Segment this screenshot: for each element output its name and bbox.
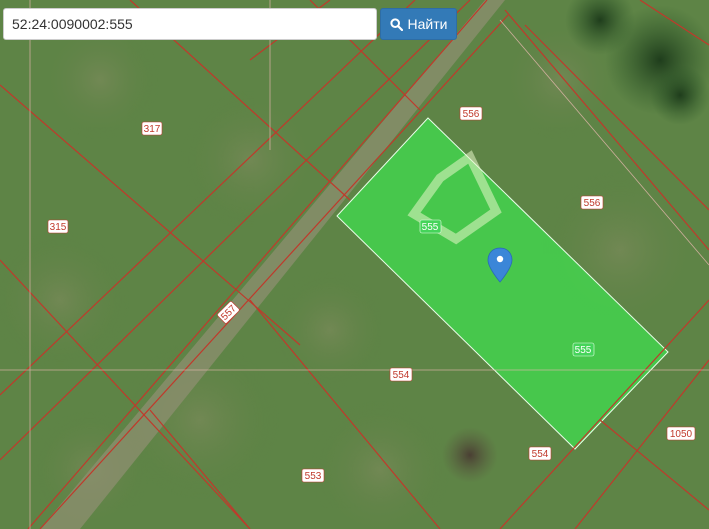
parcel-label-554-bottom: 554 [528, 446, 552, 461]
satellite-map[interactable]: 317 315 557 556 556 555 555 554 554 553 … [0, 0, 709, 529]
svg-text:555: 555 [575, 345, 592, 356]
parcel-label-315: 315 [47, 219, 69, 234]
parcel-label-556-top: 556 [459, 106, 483, 121]
parcel-label-553: 553 [301, 468, 325, 483]
parcel-label-556-right: 556 [580, 195, 604, 210]
search-button-label: Найти [407, 16, 448, 32]
svg-text:554: 554 [532, 449, 549, 460]
search-icon [389, 17, 403, 31]
parcel-label-554-left: 554 [389, 367, 413, 382]
svg-text:315: 315 [50, 222, 67, 233]
svg-text:1050: 1050 [670, 429, 693, 440]
svg-text:554: 554 [393, 370, 410, 381]
svg-text:556: 556 [463, 109, 480, 120]
search-button[interactable]: Найти [380, 8, 457, 40]
svg-text:555: 555 [422, 222, 439, 233]
parcel-label-555-building: 555 [419, 219, 442, 234]
svg-text:556: 556 [584, 198, 601, 209]
parcel-label-555-center: 555 [572, 342, 595, 357]
parcel-label-317: 317 [141, 121, 163, 136]
svg-text:317: 317 [144, 124, 161, 135]
svg-text:553: 553 [305, 471, 322, 482]
cadastral-search-input[interactable] [3, 8, 377, 40]
parcel-label-1050: 1050 [666, 426, 696, 441]
